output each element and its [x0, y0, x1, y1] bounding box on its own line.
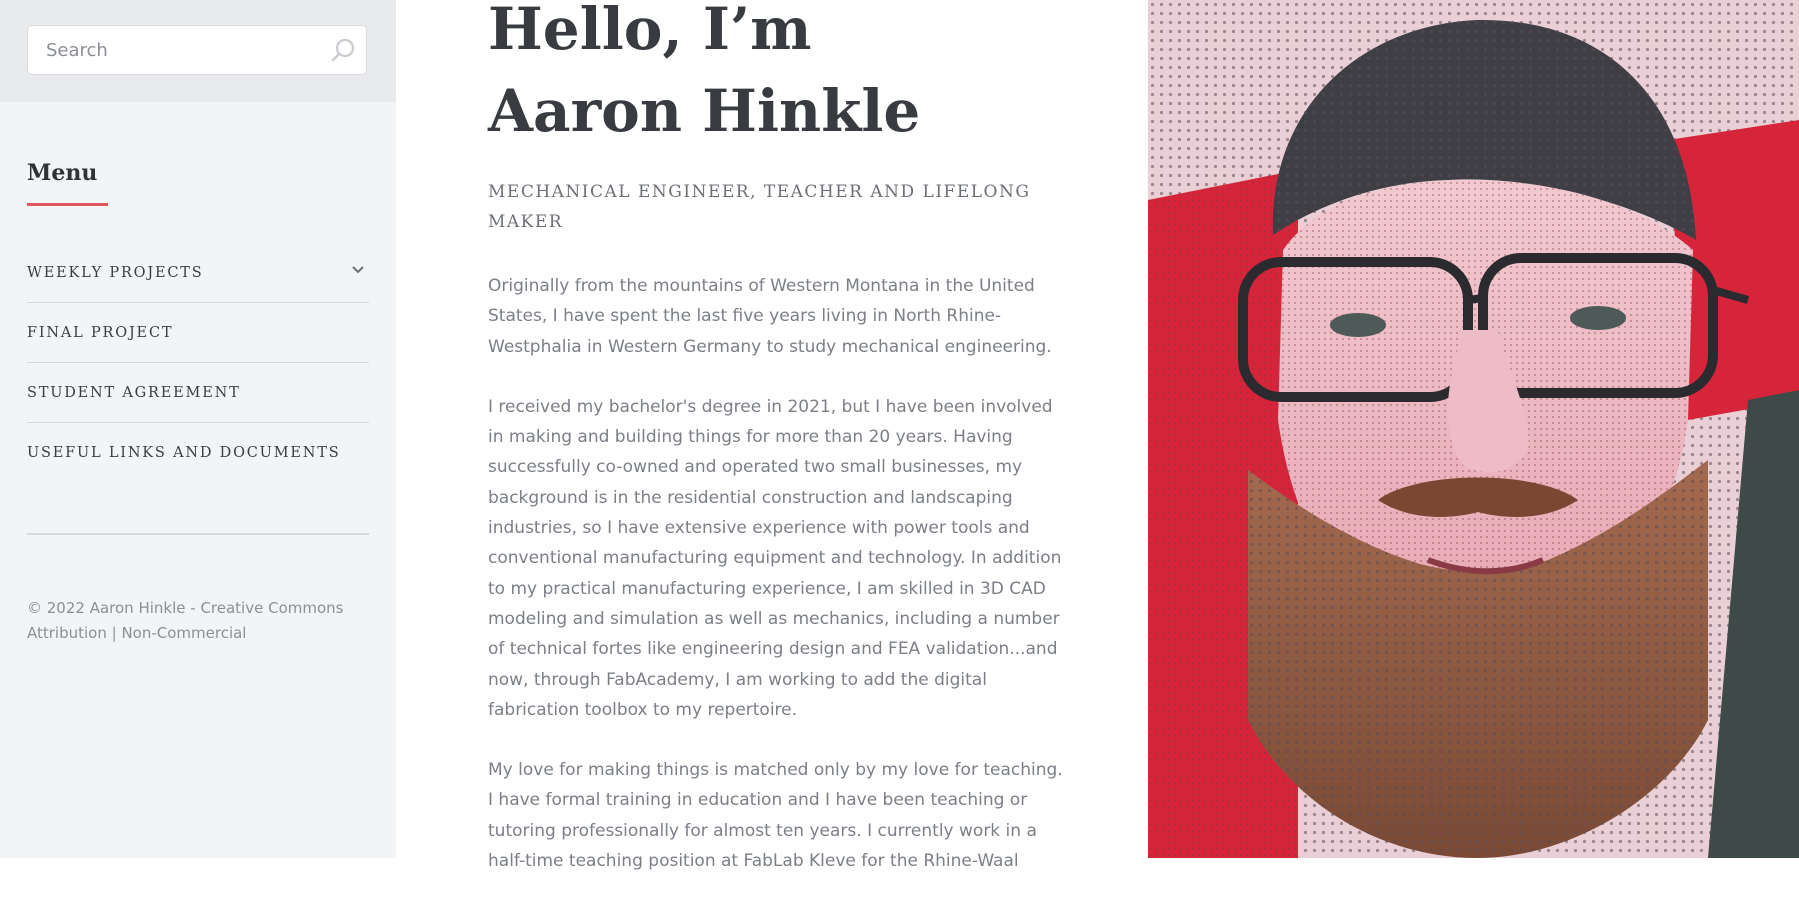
menu-title-underline: [27, 203, 108, 206]
menu-title: Menu: [27, 160, 98, 186]
menu-item-weekly-projects: WEEKLY PROJECTS: [27, 243, 369, 303]
submenu-toggle[interactable]: [347, 259, 369, 281]
menu-link-weekly-projects[interactable]: WEEKLY PROJECTS: [27, 265, 203, 281]
bio-paragraph: My love for making things is matched onl…: [488, 760, 1063, 872]
menu-item-student-agreement: STUDENT AGREEMENT: [27, 363, 369, 423]
sidebar-divider: [27, 533, 369, 535]
search-button[interactable]: [328, 36, 358, 66]
page-subtitle: MECHANICAL ENGINEER, TEACHER AND LIFELON…: [488, 182, 1031, 232]
bio-paragraph: I received my bachelor's degree in 2021,…: [488, 396, 1062, 720]
copyright-text: © 2022 Aaron Hinkle - Creative Commons A…: [27, 599, 344, 642]
bio-text: Originally from the mountains of Western…: [488, 271, 1068, 906]
main-menu: WEEKLY PROJECTS FINAL PROJECT STUDENT AG…: [27, 243, 369, 483]
search-form: [27, 25, 367, 75]
bio-paragraph: Originally from the mountains of Western…: [488, 276, 1052, 357]
sidebar: Menu WEEKLY PROJECTS FINAL PROJECT STUDE…: [0, 0, 396, 858]
search-input[interactable]: [28, 26, 318, 74]
search-area: [0, 0, 396, 102]
chevron-down-icon: [352, 266, 364, 274]
menu-item-final-project: FINAL PROJECT: [27, 303, 369, 363]
profile-portrait: [1148, 0, 1799, 858]
page-title: Hello, I’m Aaron Hinkle: [488, 0, 921, 145]
menu-link-useful-links[interactable]: USEFUL LINKS AND DOCUMENTS: [27, 445, 340, 461]
search-icon: [331, 38, 355, 62]
menu-item-useful-links: USEFUL LINKS AND DOCUMENTS: [27, 423, 369, 483]
menu-link-student-agreement[interactable]: STUDENT AGREEMENT: [27, 385, 241, 401]
menu-link-final-project[interactable]: FINAL PROJECT: [27, 325, 173, 341]
